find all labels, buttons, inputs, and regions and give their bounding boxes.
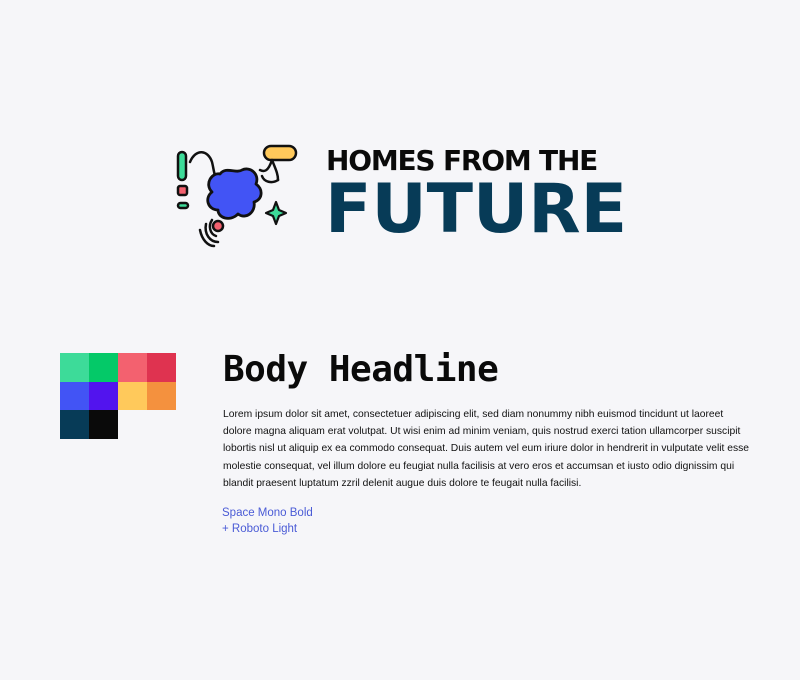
swatch-navy: [60, 410, 89, 439]
robot-vacuum-splash-icon: [168, 140, 304, 250]
swatch-pink: [118, 353, 147, 382]
body-headline: Body Headline: [223, 349, 499, 390]
font-pairing-note: Space Mono Bold + Roboto Light: [222, 505, 313, 537]
swatch-yellow: [118, 381, 147, 410]
color-palette: [60, 353, 176, 439]
body-paragraph: Lorem ipsum dolor sit amet, consectetuer…: [223, 409, 749, 489]
swatch-orange: [147, 381, 176, 410]
swatch-green: [89, 353, 118, 382]
swatch-blue: [60, 381, 89, 410]
swatch-mint: [60, 353, 89, 382]
swatch-violet: [89, 381, 118, 410]
swatch-red: [147, 353, 176, 382]
swatch-black: [89, 410, 118, 439]
brand-title-line-2: FUTURE: [325, 170, 628, 249]
font-note-line-2: + Roboto Light: [222, 523, 298, 535]
font-note-line-1: Space Mono Bold: [222, 507, 313, 519]
